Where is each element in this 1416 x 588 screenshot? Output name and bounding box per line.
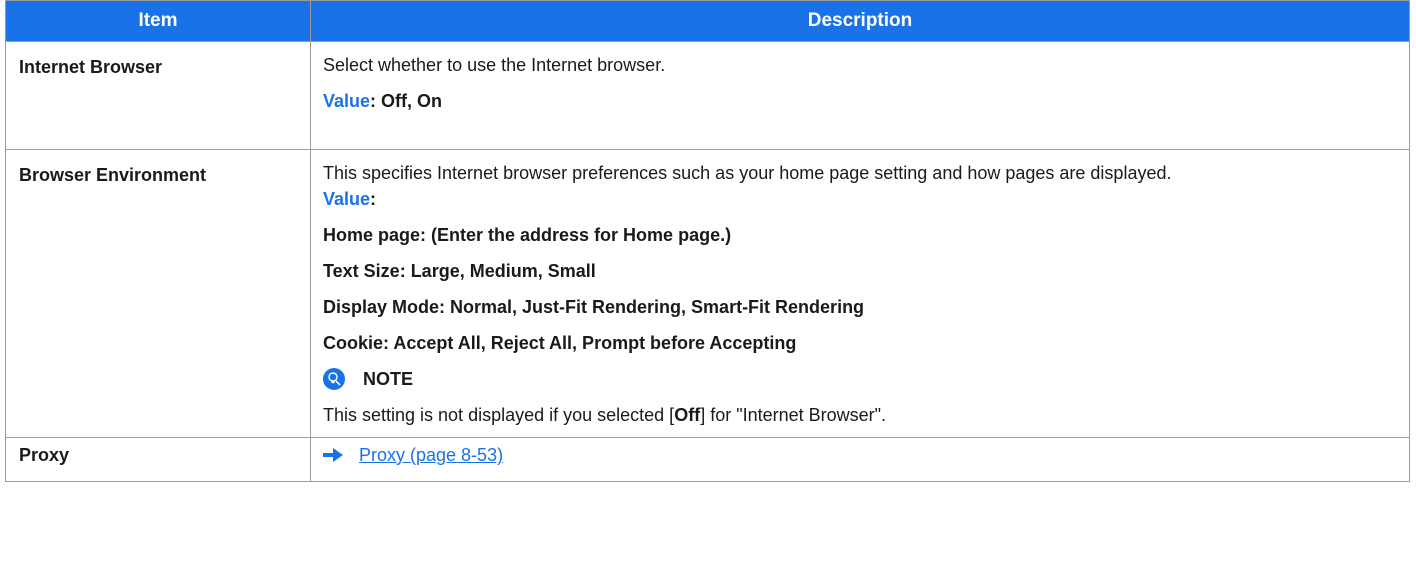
row-item-proxy: Proxy [5, 437, 311, 482]
value-text: : Off, On [370, 91, 443, 111]
option-display-mode: Display Mode: Normal, Just-Fit Rendering… [323, 297, 865, 317]
note-bold: Off [674, 405, 701, 425]
value-label: Value [323, 189, 371, 209]
value-line: Value: Off, On [323, 89, 1397, 113]
note-title: NOTE [363, 369, 414, 389]
row-item-internet-browser: Internet Browser [5, 41, 311, 150]
note-text: This setting is not displayed if you sel… [323, 405, 887, 425]
option-text-size: Text Size: Large, Medium, Small [323, 261, 596, 281]
table-row: Browser Environment This specifies Inter… [5, 149, 1410, 438]
settings-table: Item Description Internet Browser Select… [5, 0, 1410, 482]
value-text: : [370, 189, 377, 209]
value-line: Value: [323, 187, 1397, 211]
table-row: Proxy Proxy (page 8-53) [5, 437, 1410, 482]
row-description: Proxy (page 8-53) [310, 437, 1410, 482]
description-text: Select whether to use the Internet brows… [323, 55, 666, 75]
right-arrow-icon [323, 448, 343, 462]
note-heading: NOTE [323, 367, 1397, 391]
proxy-link-row: Proxy (page 8-53) [323, 443, 1397, 467]
row-item-browser-environment: Browser Environment [5, 149, 311, 438]
note-bulb-icon [323, 368, 345, 390]
table-row: Internet Browser Select whether to use t… [5, 41, 1410, 150]
header-item: Item [5, 0, 311, 42]
value-label: Value [323, 91, 371, 111]
proxy-link[interactable]: Proxy (page 8-53) [359, 443, 503, 467]
option-cookie: Cookie: Accept All, Reject All, Prompt b… [323, 333, 797, 353]
option-home-page: Home page: (Enter the address for Home p… [323, 225, 732, 245]
row-description: This specifies Internet browser preferen… [310, 149, 1410, 438]
table-header-row: Item Description [5, 0, 1410, 42]
row-description: Select whether to use the Internet brows… [310, 41, 1410, 150]
header-description: Description [310, 0, 1410, 42]
description-text: This specifies Internet browser preferen… [323, 163, 1172, 183]
